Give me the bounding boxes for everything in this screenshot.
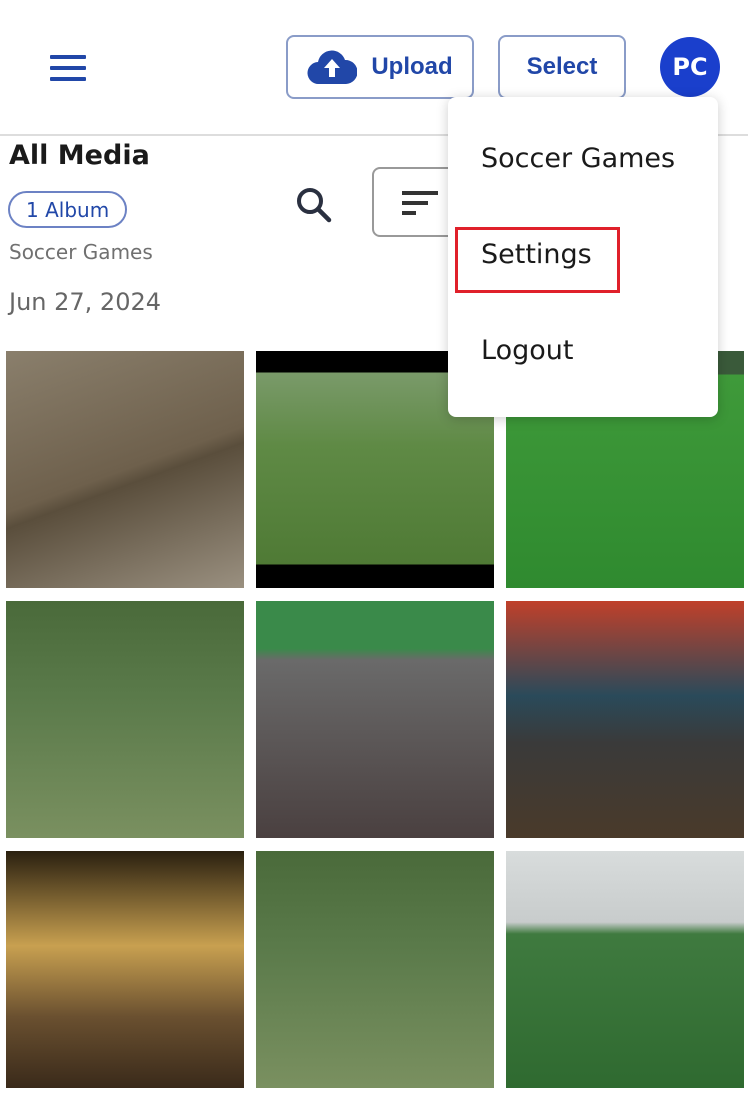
upload-label: Upload <box>371 53 453 80</box>
photo-thumbnail[interactable] <box>506 851 744 1088</box>
photo-thumbnail[interactable] <box>6 601 244 838</box>
profile-dropdown-menu: Soccer Games Settings Logout <box>448 97 718 417</box>
search-icon[interactable] <box>294 185 334 225</box>
upload-button[interactable]: Upload <box>286 35 474 99</box>
menu-item-logout[interactable]: Logout <box>481 335 573 366</box>
select-button[interactable]: Select <box>498 35 626 99</box>
date-group-label: Jun 27, 2024 <box>9 288 162 316</box>
menu-item-soccer-games[interactable]: Soccer Games <box>481 143 675 174</box>
photo-thumbnail[interactable] <box>6 351 244 588</box>
photo-thumbnail[interactable] <box>6 851 244 1088</box>
album-name: Soccer Games <box>9 240 153 264</box>
photo-thumbnail[interactable] <box>256 851 494 1088</box>
avatar[interactable]: PC <box>660 37 720 97</box>
menu-hamburger-button[interactable] <box>50 55 86 81</box>
page-title: All Media <box>9 140 150 171</box>
cloud-upload-icon <box>307 50 358 84</box>
album-count-badge[interactable]: 1 Album <box>8 191 128 228</box>
photo-thumbnail[interactable] <box>506 601 744 838</box>
menu-item-settings[interactable]: Settings <box>481 239 592 270</box>
photo-thumbnail[interactable] <box>256 601 494 838</box>
